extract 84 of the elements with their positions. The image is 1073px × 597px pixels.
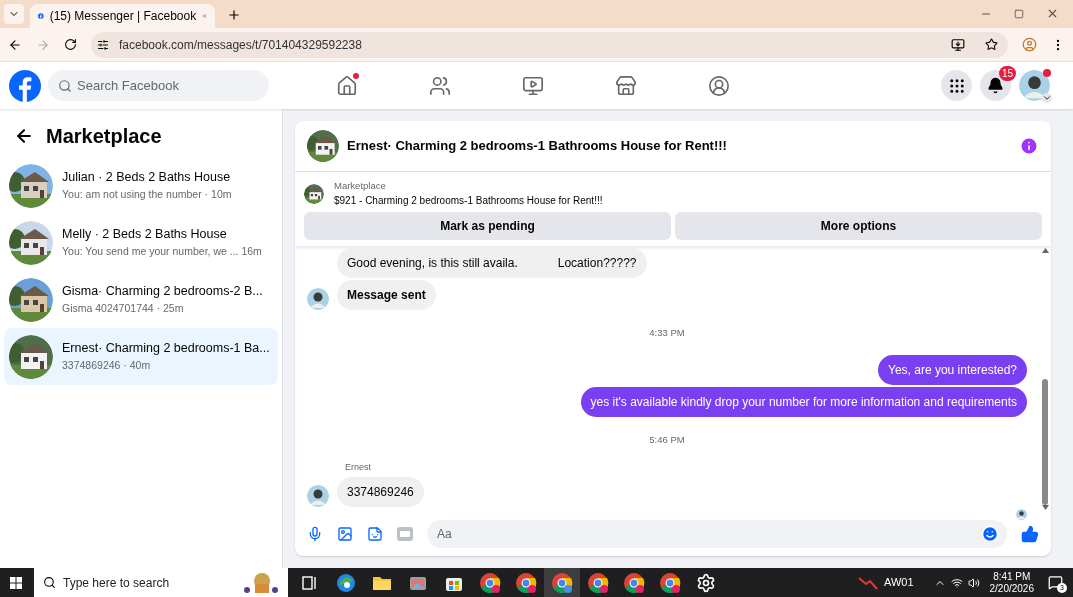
- avatar: [1016, 509, 1027, 521]
- avatar: [1019, 70, 1050, 101]
- info-icon[interactable]: [1019, 136, 1039, 156]
- bookmark-icon[interactable]: [985, 38, 998, 51]
- conversation-title: Julian · 2 Beds 2 Baths House: [62, 169, 232, 187]
- listing-label: Marketplace: [334, 179, 387, 193]
- restore-icon[interactable]: [1014, 8, 1024, 19]
- browser-icon[interactable]: [623, 571, 645, 594]
- profile-icon[interactable]: [1022, 37, 1037, 52]
- message-text: 3374869246: [347, 484, 414, 502]
- taskbar-search-field[interactable]: Type here to search: [34, 568, 288, 597]
- facebook-logo-icon[interactable]: [9, 69, 41, 102]
- conversation-preview: Gisma 4024701744 · 25m: [62, 301, 185, 316]
- conversation-item[interactable]: Julian · 2 Beds 2 Baths House You: am not using the number · 10m: [4, 157, 278, 214]
- search-field[interactable]: Search Facebook: [48, 70, 269, 101]
- conversation-item[interactable]: Melly · 2 Beds 2 Baths House You: You send me your number, we ... 16m: [4, 214, 278, 271]
- stock-chart-icon: [857, 574, 878, 591]
- edge-icon[interactable]: [336, 572, 356, 593]
- reload-icon[interactable]: [64, 38, 77, 51]
- tab-list-button[interactable]: [4, 4, 24, 24]
- conversation-preview: 3374869246 · 40m: [62, 358, 152, 373]
- clock-date: 2/20/2026: [989, 582, 1034, 595]
- browser-icon[interactable]: [551, 571, 573, 594]
- scroll-up-icon[interactable]: [1041, 248, 1049, 254]
- browser-icon[interactable]: [515, 571, 537, 594]
- back-icon[interactable]: [8, 37, 22, 52]
- search-icon: [43, 576, 56, 589]
- microphone-icon[interactable]: [307, 526, 323, 542]
- message-text: Good evening, is this still availa.: [347, 255, 518, 273]
- listing-title: $921 - Charming 2 bedrooms-1 Bathrooms House for Rent!!!: [334, 194, 603, 209]
- menu-button[interactable]: [941, 70, 972, 101]
- conversation-preview: You: am not using the number · 10m: [62, 187, 232, 202]
- video-icon: [521, 74, 544, 97]
- search-icon: [58, 79, 72, 93]
- url-text: facebook.com/messages/t/701404329592238: [119, 36, 363, 54]
- outgoing-message: yes it's available kindly drop your number for more information and requirements: [580, 386, 1027, 417]
- task-view-icon[interactable]: [302, 574, 318, 591]
- timestamp: 5:46 PM: [649, 432, 685, 447]
- chat-title: Ernest· Charming 2 bedrooms-1 Bathrooms House for Rent!!!: [347, 137, 728, 156]
- browser-tab[interactable]: (15) Messenger | Facebook: [30, 4, 215, 28]
- scrollbar[interactable]: [1039, 246, 1051, 512]
- notifications-button[interactable]: [980, 70, 1011, 101]
- site-settings-icon[interactable]: [97, 38, 109, 51]
- home-icon: [335, 74, 358, 97]
- sidebar-title: Marketplace: [46, 124, 162, 149]
- clock-time: 8:41 PM: [993, 570, 1031, 583]
- install-icon[interactable]: [951, 37, 965, 52]
- volume-icon[interactable]: [967, 576, 980, 589]
- conversation-title: Gisma· Charming 2 bedrooms-2 B...: [62, 283, 263, 301]
- close-icon[interactable]: [1046, 7, 1059, 20]
- message-text: Message sent: [347, 287, 426, 305]
- conversation-preview: You: You send me your number, we ... 16m: [62, 244, 262, 259]
- account-caret-icon[interactable]: [1042, 93, 1052, 103]
- store-icon: [614, 74, 637, 97]
- sender-name: Ernest: [345, 460, 372, 474]
- tab-title: (15) Messenger | Facebook: [49, 8, 197, 25]
- listing-action-button[interactable]: Mark as pending: [304, 212, 671, 241]
- conversation-item[interactable]: Ernest· Charming 2 bedrooms-1 Ba... 3374869246 · 40m: [4, 328, 278, 385]
- settings-icon[interactable]: [696, 572, 716, 593]
- photo-icon[interactable]: [337, 526, 353, 542]
- like-icon[interactable]: [1021, 525, 1039, 543]
- message-field[interactable]: Aa: [427, 520, 1007, 548]
- back-icon[interactable]: [14, 126, 34, 146]
- browser-icon[interactable]: [659, 571, 681, 594]
- listing-action-button[interactable]: More options: [675, 212, 1042, 241]
- sticker-icon[interactable]: [367, 526, 383, 542]
- conversation-title: Ernest· Charming 2 bedrooms-1 Ba...: [62, 340, 270, 358]
- conversation-item[interactable]: Gisma· Charming 2 bedrooms-2 B... Gisma 4024701744 · 25m: [4, 271, 278, 328]
- browser-icon[interactable]: [479, 571, 501, 594]
- taskbar-app[interactable]: [544, 568, 580, 597]
- message-text: Location?????: [557, 255, 637, 273]
- browser-icon[interactable]: [587, 571, 609, 594]
- people-icon: [428, 74, 451, 97]
- scroll-down-icon[interactable]: [1041, 505, 1049, 510]
- conversation-title: Melly · 2 Beds 2 Baths House: [62, 226, 228, 244]
- outgoing-message: Yes, are you interested?: [878, 354, 1027, 385]
- weather-text: AW01: [883, 575, 914, 591]
- grid-icon: [947, 76, 966, 95]
- address-bar[interactable]: facebook.com/messages/t/701404329592238: [91, 31, 1008, 58]
- groups-icon: [707, 74, 730, 97]
- new-tab-icon[interactable]: [227, 8, 241, 22]
- timestamp: 4:33 PM: [649, 326, 685, 341]
- network-icon[interactable]: [950, 576, 963, 589]
- bell-icon: [987, 77, 1004, 94]
